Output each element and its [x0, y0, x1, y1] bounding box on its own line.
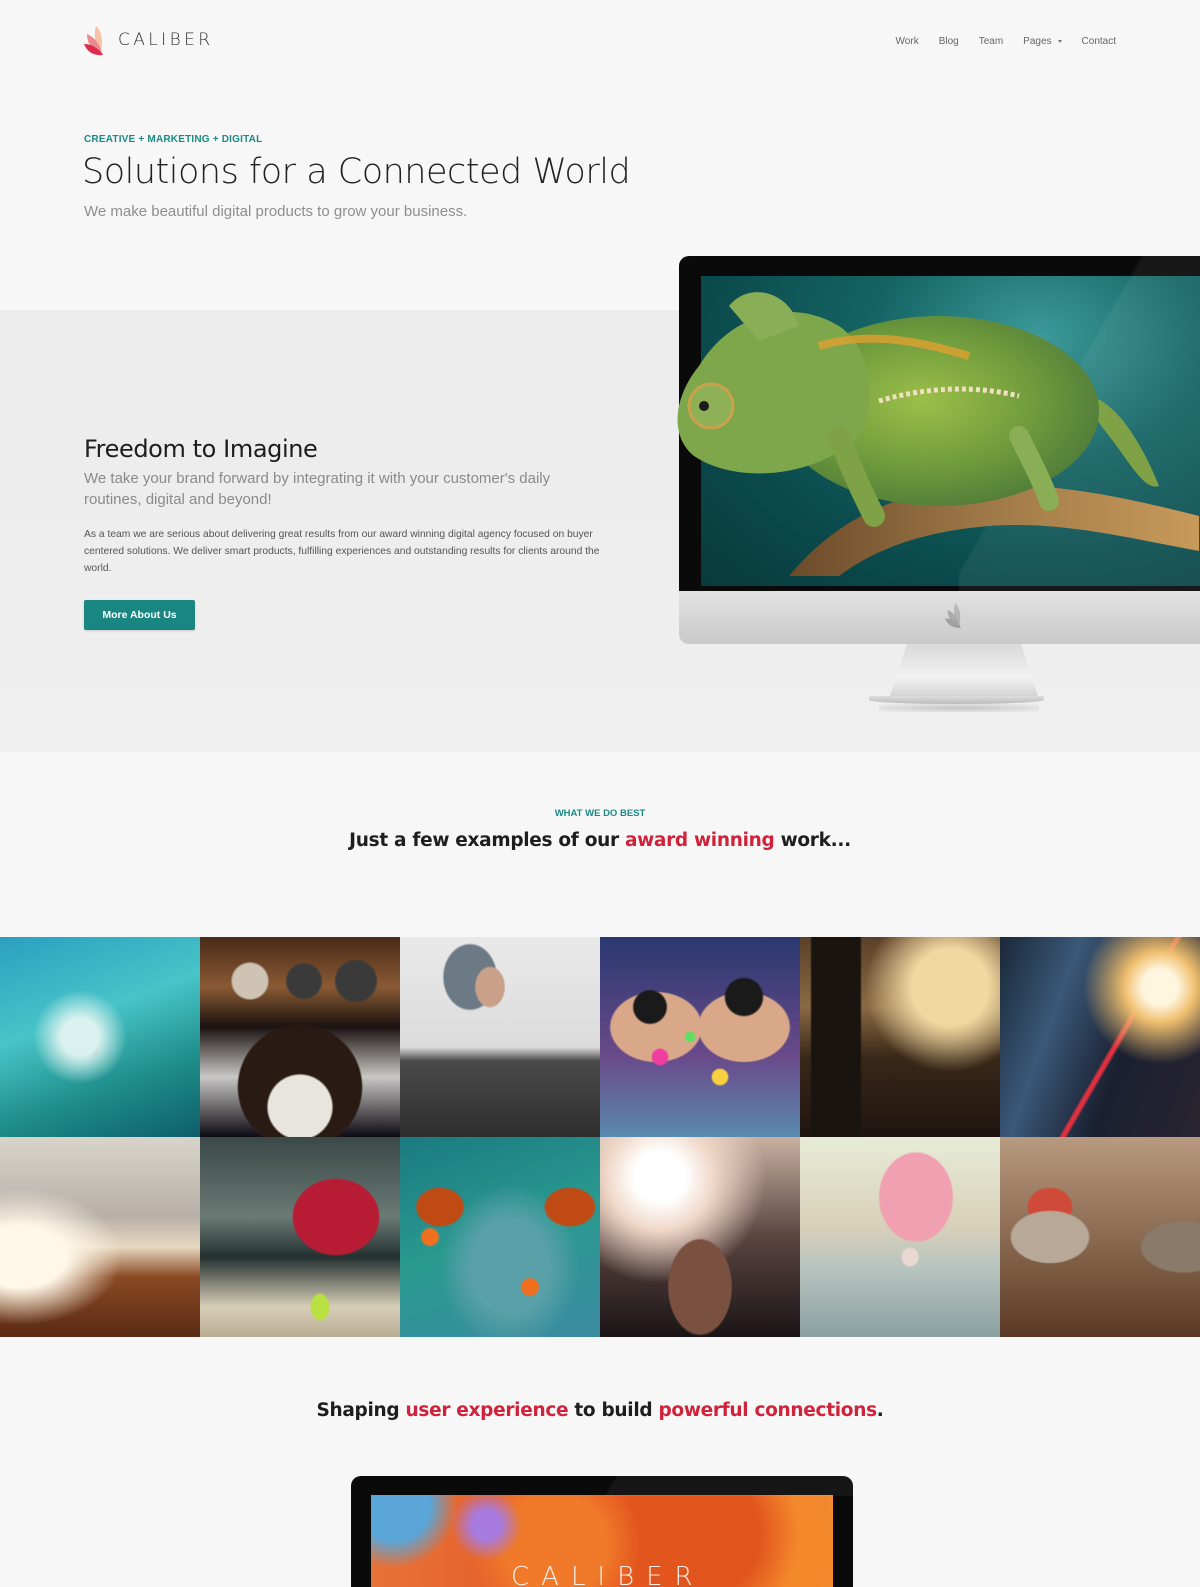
hero-title: Solutions for a Connected World [82, 152, 631, 192]
feature-title: Freedom to Imagine [84, 435, 318, 463]
logo[interactable]: CALIBER [84, 24, 213, 56]
portfolio-tile-dashboard[interactable] [200, 937, 400, 1137]
monitor-chin [679, 591, 1200, 644]
portfolio-tile-highway[interactable] [1000, 937, 1200, 1137]
nav-work-label: Work [895, 36, 919, 47]
tagline-pre: Shaping [316, 1400, 406, 1421]
screen-gloss [605, 1476, 853, 1496]
portfolio-tile-runner[interactable] [200, 1137, 400, 1337]
portfolio-tile-pushup[interactable] [400, 937, 600, 1137]
portfolio-tile-painted-face[interactable] [400, 1137, 600, 1337]
portfolio-tile-robots[interactable] [1000, 1137, 1200, 1337]
portfolio-tile-boxer[interactable] [600, 1137, 800, 1337]
nav-blog-label: Blog [938, 36, 959, 47]
hero-eyebrow: CREATIVE + MARKETING + DIGITAL [84, 134, 263, 145]
tagline-mid: to build [568, 1400, 659, 1421]
showcase-brand-text: CALIBER [511, 1562, 705, 1587]
nav-contact-label: Contact [1081, 36, 1116, 47]
nav-work[interactable]: Work [896, 36, 919, 47]
chameleon-image [677, 292, 1199, 576]
showcase-imac: CALIBER [351, 1476, 853, 1587]
petal-logo-icon [945, 603, 962, 628]
petal-logo-icon [84, 26, 103, 56]
work-eyebrow: WHAT WE DO BEST [554, 808, 646, 819]
portfolio-tile-surfer[interactable] [0, 937, 200, 1137]
feature-lead: We take your brand forward by integratin… [84, 470, 551, 508]
work-title-pre: Just a few examples of our [349, 830, 625, 851]
portfolio-grid [0, 937, 1200, 1337]
work-title: Just a few examples of our award winning… [0, 830, 1200, 851]
monitor-stand [889, 644, 1039, 699]
nav-blog[interactable]: Blog [939, 36, 959, 47]
portfolio-tile-flowers[interactable] [800, 1137, 1000, 1337]
feature-body: As a team we are serious about deliverin… [84, 529, 600, 574]
nav-pages-label: Pages [1023, 36, 1052, 47]
nav-contact[interactable]: Contact [1082, 36, 1116, 47]
portfolio-tile-concert[interactable] [800, 937, 1000, 1137]
tagline-post: . [876, 1400, 884, 1421]
monitor-shadow [879, 704, 1039, 712]
more-about-us-button[interactable]: More About Us [84, 600, 195, 630]
work-title-accent: award winning [624, 830, 775, 851]
tagline-accent-connections: powerful connections [658, 1400, 877, 1421]
nav-team[interactable]: Team [979, 36, 1003, 47]
tagline: Shaping user experience to build powerfu… [0, 1400, 1200, 1421]
work-title-post: work... [774, 830, 852, 851]
caret-down-icon [1057, 40, 1062, 43]
main-nav: Work Blog Team Pages Contact [896, 36, 1116, 47]
imac-mockup [677, 256, 1200, 716]
portfolio-tile-office[interactable] [0, 1137, 200, 1337]
site-header: CALIBER Work Blog Team Pages Contact [0, 0, 1200, 85]
nav-pages-dropdown[interactable]: Pages [1023, 36, 1062, 47]
monitor-foot [869, 696, 1044, 704]
portfolio-tile-confetti[interactable] [600, 937, 800, 1137]
brand-name: CALIBER [118, 30, 214, 50]
nav-team-label: Team [978, 36, 1004, 47]
tagline-accent-ux: user experience [405, 1400, 569, 1421]
hero-subtitle: We make beautiful digital products to gr… [84, 203, 468, 220]
